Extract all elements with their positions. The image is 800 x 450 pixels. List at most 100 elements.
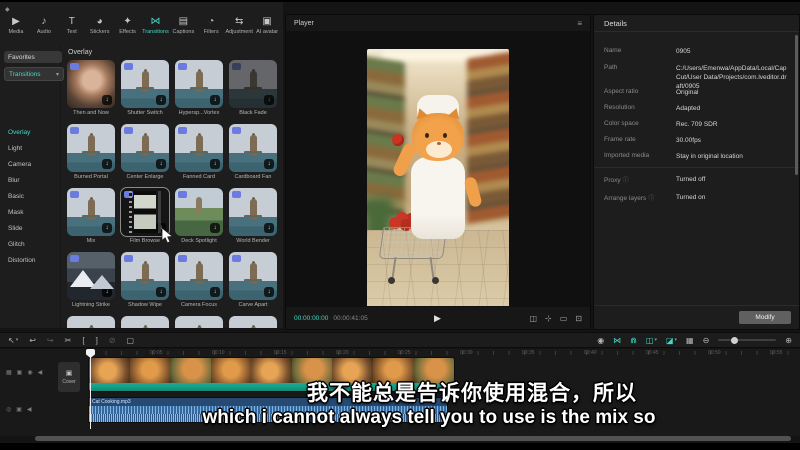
mute-icon[interactable]: ◀ [38, 369, 43, 376]
delete-right-icon[interactable]: ] [96, 336, 98, 345]
transition-thumbnail[interactable]: ↓ [175, 252, 223, 300]
render-preview-icon[interactable]: ▦ [686, 336, 694, 345]
transition-item[interactable]: ↓Carve Apart [229, 250, 277, 314]
transition-thumbnail[interactable]: ↓ [121, 60, 169, 108]
transition-thumbnail[interactable]: ↓ [229, 60, 277, 108]
record-voiceover-icon[interactable]: ◉ [597, 336, 604, 345]
tab-audio[interactable]: ♪Audio [30, 6, 58, 44]
sidebar-item-distortion[interactable]: Distortion [0, 252, 60, 268]
sidebar-item-slide[interactable]: Slide [0, 220, 60, 236]
transition-item[interactable]: ↓Shutter Switch [121, 58, 169, 122]
timeline-zoom-slider[interactable] [718, 339, 776, 341]
fullscreen-icon[interactable]: ⊡ [575, 314, 582, 323]
playhead[interactable] [90, 349, 91, 429]
transition-thumbnail[interactable] [175, 316, 223, 328]
transition-item[interactable]: ↓Black Fade [229, 58, 277, 122]
transition-item[interactable]: ↓Burned Portal [67, 122, 115, 186]
transition-item-film-browse[interactable]: ↓ Film Browse [121, 186, 169, 250]
transition-item[interactable]: ↓ Lightning Strike [67, 250, 115, 314]
zoom-slider-thumb[interactable] [731, 337, 738, 344]
favorites-button[interactable]: Favorites [4, 51, 62, 63]
sidebar-item-basic[interactable]: Basic [0, 188, 60, 204]
auto-snap-icon[interactable]: ⋈ [613, 336, 621, 345]
transition-thumbnail[interactable]: ↓ [67, 60, 115, 108]
transition-item[interactable]: ↓Center Enlarge [121, 122, 169, 186]
video-clip[interactable] [88, 357, 455, 392]
ratio-icon[interactable]: ▭ [560, 314, 568, 323]
cursor-tool-icon[interactable]: ↖▾ [8, 336, 18, 345]
transition-item[interactable]: ↓Cardboard Fan [229, 122, 277, 186]
lock-icon[interactable]: ▣ [17, 369, 23, 376]
details-scrollbar[interactable] [795, 35, 798, 175]
tab-transitions[interactable]: ⋈Transitions [142, 6, 170, 44]
transition-thumbnail[interactable] [67, 316, 115, 328]
transition-item[interactable]: ↓Then and Now [67, 58, 115, 122]
transition-thumbnail[interactable]: ↓ [121, 252, 169, 300]
preview-axis-icon[interactable]: ◪▾ [666, 336, 677, 345]
transition-thumbnail[interactable]: ↓ [229, 252, 277, 300]
linking-icon[interactable]: ◫▾ [646, 336, 657, 345]
crop-icon[interactable]: ▢ [127, 336, 135, 345]
sidebar-item-light[interactable]: Light [0, 140, 60, 156]
delete-icon[interactable]: ⊘ [109, 336, 116, 345]
transition-thumbnail[interactable]: ↓ [175, 60, 223, 108]
sidebar-item-overlay[interactable]: Overlay [0, 124, 60, 140]
transition-label: Lightning Strike [64, 302, 118, 308]
transition-thumbnail[interactable]: ↓ [67, 188, 115, 236]
transition-item[interactable]: ↓Camera Focus [175, 250, 223, 314]
tab-text[interactable]: TText [58, 6, 86, 44]
transition-thumbnail[interactable]: ↓ [175, 188, 223, 236]
undo-icon[interactable]: ↩ [29, 336, 36, 345]
transition-item[interactable]: ↓Fanned Card [175, 122, 223, 186]
tab-ai-avatar[interactable]: ▣AI avatar [253, 6, 281, 44]
tab-effects[interactable]: ✦Effects [114, 6, 142, 44]
transition-item[interactable] [175, 314, 223, 328]
player-menu-icon[interactable]: ≡ [577, 19, 582, 28]
sidebar-item-glitch[interactable]: Glitch [0, 236, 60, 252]
transition-item[interactable]: ↓Deck Spotlight [175, 186, 223, 250]
timeline-horizontal-scrollbar[interactable] [35, 436, 791, 441]
transition-thumbnail[interactable] [121, 316, 169, 328]
transition-thumbnail[interactable] [229, 316, 277, 328]
mute-icon[interactable]: ◀ [27, 406, 32, 413]
transitions-category-button[interactable]: Transitions ▾ [4, 67, 64, 81]
tab-filters[interactable]: ◔Filters [197, 6, 225, 44]
transition-item[interactable] [229, 314, 277, 328]
transition-thumbnail[interactable]: ↓ [175, 124, 223, 172]
tab-adjustment[interactable]: ⇆Adjustment [225, 6, 253, 44]
transition-thumbnail[interactable]: ↓ [121, 124, 169, 172]
lock-icon[interactable]: ▣ [16, 406, 22, 413]
audio-clip[interactable]: Cat Cooking.mp3 [88, 397, 448, 423]
track-type-icon[interactable]: ◎ [6, 406, 11, 413]
zoom-in-icon[interactable]: ⊕ [785, 336, 792, 345]
sidebar-item-mask[interactable]: Mask [0, 204, 60, 220]
cover-button[interactable]: ▣ Cover [58, 362, 80, 392]
transition-thumbnail[interactable]: ↓ [229, 188, 277, 236]
track-type-icon[interactable]: ▦ [6, 369, 12, 376]
tab-captions[interactable]: ▤Captions [169, 6, 197, 44]
preview-canvas[interactable] [286, 32, 590, 306]
sidebar-item-camera[interactable]: Camera [0, 156, 60, 172]
transition-item[interactable]: ↓Hypersp...Vortex [175, 58, 223, 122]
transition-item[interactable]: ↓Shadow Wipe [121, 250, 169, 314]
transition-thumbnail[interactable]: ↓ [67, 252, 115, 300]
transition-item[interactable]: ↓Mix [67, 186, 115, 250]
splitscreen-icon[interactable]: ◫ [529, 314, 537, 323]
sidebar-item-blur[interactable]: Blur [0, 172, 60, 188]
zoom-out-icon[interactable]: ⊖ [703, 336, 710, 345]
redo-icon[interactable]: ↪ [47, 336, 54, 345]
focus-icon[interactable]: ⊹ [545, 314, 552, 323]
transition-item[interactable] [121, 314, 169, 328]
hide-icon[interactable]: ◉ [27, 369, 32, 376]
split-icon[interactable]: ✂ [65, 336, 72, 345]
delete-left-icon[interactable]: [ [82, 336, 84, 345]
transition-item[interactable] [67, 314, 115, 328]
play-button[interactable]: ▶ [434, 313, 441, 324]
transition-thumbnail[interactable]: ↓ [229, 124, 277, 172]
transition-item[interactable]: ↓World Bender [229, 186, 277, 250]
magnet-icon[interactable]: ⋒ [630, 336, 637, 345]
tab-stickers[interactable]: ◕Stickers [86, 6, 114, 44]
transition-thumbnail[interactable]: ↓ [67, 124, 115, 172]
modify-button[interactable]: Modify [739, 311, 791, 324]
tab-media[interactable]: ▶Media [2, 6, 30, 44]
